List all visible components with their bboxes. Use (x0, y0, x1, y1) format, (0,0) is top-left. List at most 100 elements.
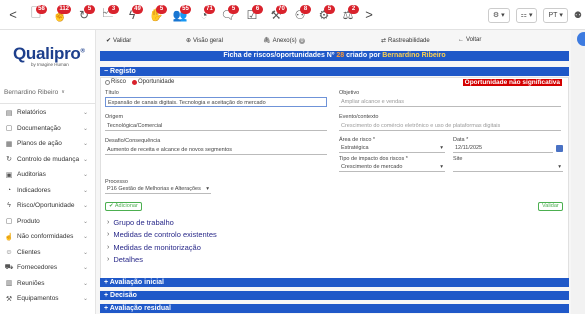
impact-type-select[interactable]: Crescimento de mercado ▾ (339, 163, 445, 172)
subsection-toggle[interactable]: › Detalhes (107, 254, 143, 266)
sidebar-item-n-o-conformidades[interactable]: ☝ Não conformidades ⌄ (0, 229, 96, 245)
speech-icon[interactable]: 🗨 5 (216, 4, 240, 25)
check-icon: ✔ (109, 203, 114, 209)
validate-button[interactable]: Validar (538, 202, 563, 211)
report-icon[interactable]: 🗠 3 (96, 4, 120, 25)
radio-risk[interactable]: Risco (105, 79, 126, 85)
chevron-down-icon: ∨ (61, 89, 65, 95)
add-button-label: Adicionar (114, 203, 138, 209)
sidebar-item-relat-rios[interactable]: ▤ Relatórios ⌄ (0, 105, 96, 121)
back-arrow-icon[interactable]: < (6, 7, 20, 22)
radio-opportunity[interactable]: Oportunidade (132, 79, 174, 85)
forward-arrow-icon[interactable]: > (362, 7, 376, 22)
certificate-icon[interactable]: ⚇ 8 (288, 4, 312, 25)
chevron-down-icon: ▾ (501, 12, 505, 19)
logo: Qualipro® by Imagine Human (13, 44, 89, 67)
validate-action[interactable]: ✔ Validar (106, 37, 131, 45)
date-field[interactable]: 12/11/2025 (453, 144, 553, 153)
lightning-icon[interactable]: ϟ 49 (120, 4, 144, 25)
add-button[interactable]: ✔ Adicionar (105, 202, 142, 211)
section-residual-assessment[interactable]: + Avaliação residual (100, 304, 569, 313)
chevron-right-icon: › (107, 243, 110, 251)
check-icon: ✔ (106, 38, 112, 44)
challenge-field-label: Desafio/Consequência (105, 138, 161, 144)
language-button[interactable]: PT ▾ (543, 7, 568, 23)
event-field-label: Evento/contexto (339, 114, 379, 120)
type-radio-group: Risco Oportunidade (105, 79, 174, 85)
gears-icon[interactable]: ⚙ 5 (312, 4, 336, 25)
subsection-toggle[interactable]: › Medidas de monitorização (107, 241, 201, 253)
process-select[interactable]: P16 Gestão de Melhorias e Alterações ▾ (105, 185, 211, 194)
scrollbar-track[interactable] (571, 30, 585, 314)
sidebar-item-risco-oportunidade[interactable]: ϟ Risco/Oportunidade ⌄ (0, 198, 96, 214)
floating-help-button[interactable] (577, 32, 585, 46)
subsection-label: Grupo de trabalho (113, 217, 174, 227)
section-registo[interactable]: − Registo (100, 67, 569, 76)
attachments-count-badge: 0 (298, 37, 306, 44)
section-residual-assessment-label: Avaliação residual (109, 305, 171, 312)
objective-field[interactable]: Ampliar alcance e vendas (339, 97, 561, 107)
sidebar: Qualipro® by Imagine Human Bernardino Ri… (0, 30, 96, 314)
section-initial-assessment[interactable]: + Avaliação inicial (100, 278, 569, 287)
refresh-cycle-icon[interactable]: ↻ 5 (72, 4, 96, 25)
chevron-right-icon: › (107, 231, 110, 238)
risk-area-select[interactable]: Estratégica ▾ (339, 144, 445, 153)
subsection-toggle[interactable]: › Grupo de trabalho (107, 216, 174, 228)
settings-button[interactable]: ⚙ ▾ (487, 7, 510, 23)
sidebar-item-controlo-de-mudan-a[interactable]: ↻ Controlo de mudança ⌄ (0, 152, 96, 168)
sidebar-item-label: Fornecedores (17, 264, 58, 272)
sidebar-item-equipamentos[interactable]: ⚒ Equipamentos ⌄ (0, 291, 96, 307)
sidebar-item-indicadores[interactable]: ◔ Indicadores ⌄ (0, 183, 96, 199)
sidebar-item-documenta-o[interactable]: ▢ Documentação ⌄ (0, 121, 96, 137)
title-field[interactable]: Expansão de canais digitais. Tecnologia … (105, 97, 327, 107)
gauge-icon[interactable]: ◔ 71 (192, 4, 216, 25)
traceability-action[interactable]: ⇄ Rastreabilidade (381, 37, 430, 45)
scales-icon[interactable]: ⚖ 2 (336, 4, 360, 25)
user-menu-icon[interactable]: ⚉ (574, 10, 582, 21)
attachments-action[interactable]: 🖇 Anexo(s) 0 (263, 37, 306, 44)
site-label: Site (453, 156, 463, 162)
title-number: 28 (336, 52, 345, 59)
section-decision[interactable]: + Decisão (100, 291, 569, 300)
sidebar-item-planos-de-a-o[interactable]: ▦ Planos de ação ⌄ (0, 136, 96, 152)
back-action[interactable]: ← Voltar (458, 37, 481, 43)
paperclip-icon: 🖇 (263, 38, 271, 44)
action-plan-icon: ▦ (5, 140, 13, 148)
notification-badge: 70 (276, 4, 287, 14)
overview-icon: ⊕ (186, 38, 192, 44)
people-icon[interactable]: 👥 55 (168, 4, 192, 25)
sidebar-item-clientes[interactable]: ☺ Clientes ⌄ (0, 245, 96, 261)
toolbar-right: ⚙ ▾ ⚏ ▾ PT ▾ ⚉ (487, 0, 585, 30)
sidebar-item-produto[interactable]: ▢ Produto ⌄ (0, 214, 96, 230)
tools-icon[interactable]: ⚒ 70 (264, 4, 288, 25)
challenge-field[interactable]: Aumento de receita e alcance de novos se… (105, 145, 327, 155)
chevron-down-icon: ⌄ (82, 110, 88, 117)
title-author: Bernardino Ribeiro (382, 52, 446, 59)
site-select[interactable]: ▾ (453, 163, 563, 172)
sidebar-item-auditorias[interactable]: ▣ Auditorias ⌄ (0, 167, 96, 183)
chevron-down-icon: ▾ (558, 164, 561, 170)
documents-icon[interactable]: 🗋 58 (24, 4, 48, 25)
sidebar-item-reuni-es[interactable]: ▥ Reuniões ⌄ (0, 276, 96, 292)
chevron-down-icon: ▾ (440, 164, 443, 170)
user-selector[interactable]: Bernardino Ribeiro ∨ (4, 85, 92, 99)
subsection-label: Medidas de monitorização (113, 242, 201, 252)
sidebar-item-fornecedores[interactable]: ⛟ Fornecedores ⌄ (0, 260, 96, 276)
hand-touch-icon[interactable]: ☝ 112 (48, 4, 72, 25)
overview-action-label: Visão geral (193, 37, 223, 44)
hand-raise-icon[interactable]: ✋ 5 (144, 4, 168, 25)
chevron-down-icon: ⌄ (82, 296, 88, 303)
notification-badge: 71 (204, 4, 215, 14)
apps-grid-button[interactable]: ⚏ ▾ (515, 7, 538, 23)
calendar-icon[interactable] (556, 145, 563, 152)
checklist-icon[interactable]: ☑ 6 (240, 4, 264, 25)
origin-field-label: Origem (105, 114, 124, 120)
chevron-down-icon: ⌄ (82, 265, 88, 272)
event-field[interactable]: Crescimento do comércio eletrônico e uso… (339, 121, 561, 131)
plus-icon: + (104, 292, 109, 299)
chevron-right-icon: › (107, 256, 110, 263)
overview-action[interactable]: ⊕ Visão geral (186, 37, 223, 45)
impact-type-value: Crescimento de mercado (341, 164, 403, 170)
origin-field[interactable]: Tecnológica/Comercial (105, 121, 327, 131)
subsection-toggle[interactable]: › Medidas de controlo existentes (107, 229, 217, 241)
